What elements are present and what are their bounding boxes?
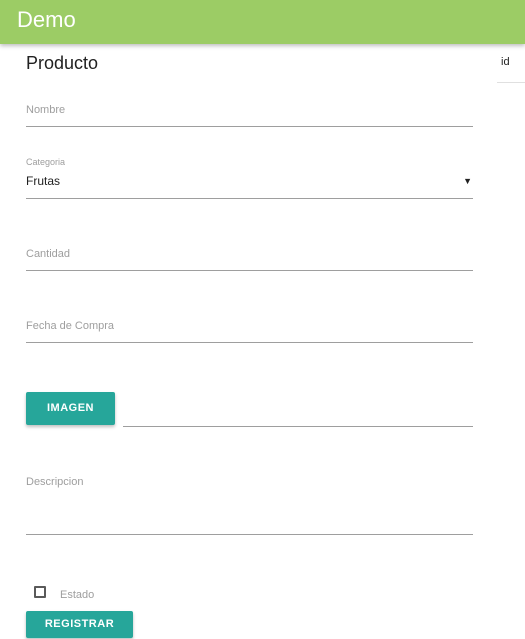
- nombre-label: Nombre: [26, 104, 66, 116]
- imagen-button[interactable]: IMAGEN: [26, 392, 115, 425]
- categoria-label: Categoria: [26, 157, 66, 167]
- cantidad-field[interactable]: Cantidad: [26, 240, 473, 271]
- descripcion-label: Descripcion: [26, 476, 84, 488]
- estado-label[interactable]: Estado: [60, 588, 94, 602]
- app-bar: Demo: [0, 0, 525, 44]
- form-title: Producto: [26, 53, 99, 73]
- descripcion-textarea[interactable]: Descripcion: [26, 468, 473, 535]
- categoria-value: Frutas: [26, 174, 61, 188]
- table-header: id: [497, 44, 525, 83]
- cantidad-label: Cantidad: [26, 248, 71, 260]
- estado-checkbox[interactable]: [34, 586, 46, 598]
- categoria-select[interactable]: Categoria Frutas ▼: [26, 152, 473, 199]
- imagen-path-field[interactable]: [123, 396, 473, 427]
- registrar-button[interactable]: REGISTRAR: [26, 611, 133, 638]
- column-header-id: id: [501, 56, 510, 68]
- nombre-field[interactable]: Nombre: [26, 96, 473, 127]
- app-title: Demo: [17, 7, 76, 32]
- dropdown-arrow-icon: ▼: [463, 176, 472, 186]
- fecha-compra-field[interactable]: Fecha de Compra: [26, 312, 473, 343]
- fecha-compra-label: Fecha de Compra: [26, 320, 115, 332]
